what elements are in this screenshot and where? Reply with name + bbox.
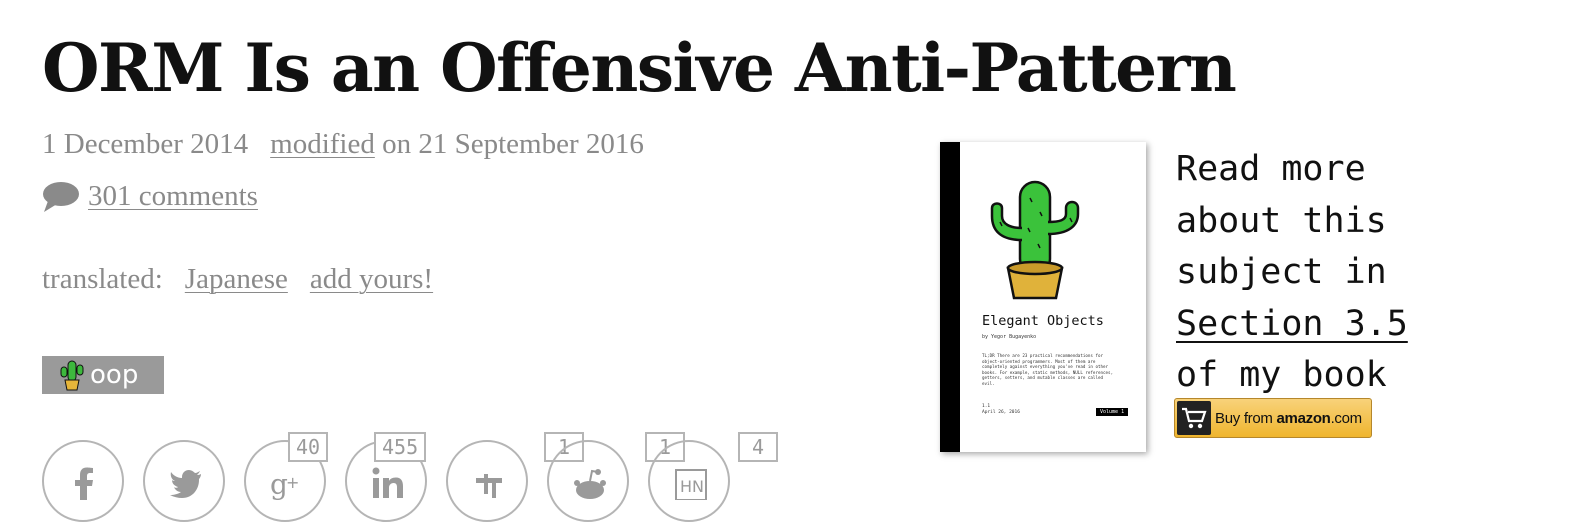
share-reddit-button[interactable] [547, 440, 629, 522]
publish-date: 1 December 2014 [42, 128, 249, 160]
book-spine [940, 142, 960, 452]
section-link[interactable]: Section 3.5 [1176, 304, 1408, 344]
tag-label: oop [90, 360, 139, 390]
translated-label: translated: [42, 263, 163, 295]
cactus-icon [60, 360, 84, 391]
promo-line: Read more [1176, 149, 1366, 189]
buy-from-amazon-button[interactable]: Buy from amazon.com [1174, 398, 1372, 438]
hacker-news-count: 4 [738, 432, 778, 462]
buy-text: Buy from [1215, 409, 1273, 427]
article-title: ORM Is an Offensive Anti-Pattern [42, 29, 1237, 107]
svg-text:HN: HN [680, 477, 704, 496]
translation-link-japanese[interactable]: Japanese [185, 263, 288, 295]
book-promo: Read more about this subject in Section … [1176, 144, 1576, 402]
shopping-cart-icon [1177, 401, 1211, 435]
book-author: by Yegor Bugayenko [982, 334, 1037, 340]
linkedin-icon [372, 467, 403, 498]
share-hacker-news-button[interactable]: HN [648, 440, 730, 522]
svg-text:+: + [286, 473, 299, 492]
modified-link[interactable]: modified [270, 128, 375, 160]
book-version: 1.1 April 26, 2016 [982, 404, 1020, 416]
comments-row: 301 comments [42, 180, 258, 213]
promo-line: about this [1176, 200, 1387, 241]
book-volume-badge: Volume 1 [1096, 408, 1129, 416]
google-plus-count: 40 [288, 432, 329, 462]
facebook-icon [75, 467, 93, 500]
add-translation-link[interactable]: add yours! [310, 263, 433, 295]
linkedin-count: 455 [374, 432, 427, 462]
modified-date: on 21 September 2016 [382, 128, 644, 160]
amazon-tld: .com [1330, 409, 1363, 427]
share-delicious-button[interactable] [446, 440, 528, 522]
share-facebook-button[interactable] [42, 440, 124, 522]
delicious-icon [476, 474, 502, 498]
book-version-date: April 26, 2016 [982, 410, 1020, 415]
book-blurb: TL;DR There are 23 practical recommendat… [982, 353, 1114, 386]
reddit-icon [574, 469, 606, 499]
promo-line: subject in [1176, 252, 1387, 292]
promo-line: of my book [1176, 355, 1387, 395]
amazon-button-label: Buy from amazon.com [1215, 410, 1362, 427]
translations-row: translated: Japanese add yours! [42, 263, 433, 296]
google-plus-icon: g+ [270, 468, 299, 500]
cactus-icon [990, 180, 1080, 300]
twitter-icon [170, 470, 201, 498]
comments-link[interactable]: 301 comments [88, 180, 258, 213]
book-cover[interactable]: Elegant Objects by Yegor Bugayenko TL;DR… [940, 142, 1146, 452]
comment-bubble-icon [43, 181, 79, 212]
share-twitter-button[interactable] [143, 440, 225, 522]
book-title: Elegant Objects [982, 313, 1104, 329]
article-dates: 1 December 2014 modified on 21 September … [42, 128, 644, 161]
amazon-brand: amazon [1276, 409, 1331, 427]
hn-icon: HN [675, 469, 707, 500]
tag-oop[interactable]: oop [42, 356, 164, 394]
